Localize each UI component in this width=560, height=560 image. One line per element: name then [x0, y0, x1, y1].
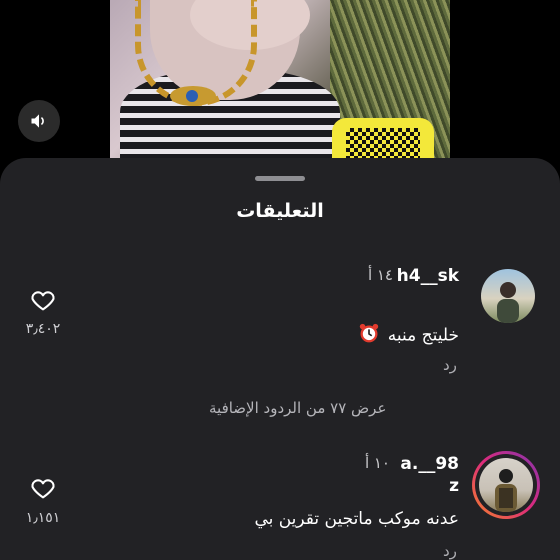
eye-pendant — [170, 86, 216, 106]
like-count: ٣٫٤٠٢ — [25, 321, 61, 337]
heart-outline-icon — [31, 479, 55, 499]
drag-handle[interactable] — [255, 176, 305, 181]
comment-text-content: خليتج منبه — [387, 325, 459, 346]
comment-username-line2: z — [449, 476, 459, 496]
heart-outline-icon — [31, 291, 55, 311]
speaker-icon — [31, 114, 44, 128]
like-button[interactable] — [29, 286, 57, 314]
reply-button[interactable]: رد — [443, 356, 457, 374]
avatar-person-icon — [495, 469, 517, 512]
video-player[interactable] — [0, 0, 560, 175]
alarm-clock-icon — [358, 322, 380, 349]
comment-text: خليتج منبه — [358, 322, 459, 349]
story-ring[interactable] — [472, 451, 540, 519]
avatar — [479, 458, 533, 512]
sound-toggle-button[interactable] — [18, 100, 60, 142]
comment-text: عدنه موكب ماتجين تقرين بي — [254, 509, 459, 529]
like-count: ١٫١٥١ — [25, 510, 61, 526]
comments-sheet: التعليقات h4__sk ١٤ أ خليتج منبه رد ٣٫٤٠… — [0, 158, 560, 560]
avatar[interactable] — [481, 269, 535, 323]
comment-username[interactable]: a.__98 — [400, 454, 459, 474]
like-button[interactable] — [29, 474, 57, 502]
comment-time: ١٤ أ — [367, 266, 393, 284]
sheet-title: التعليقات — [236, 200, 324, 222]
reply-button[interactable]: رد — [443, 542, 457, 560]
comment-username[interactable]: h4__sk — [397, 266, 459, 286]
avatar-person-icon — [497, 282, 519, 323]
comment-time: ١٠ أ — [364, 454, 390, 472]
video-frame — [110, 0, 450, 175]
view-more-replies-button[interactable]: عرض ٧٧ من الردود الإضافية — [209, 399, 386, 417]
